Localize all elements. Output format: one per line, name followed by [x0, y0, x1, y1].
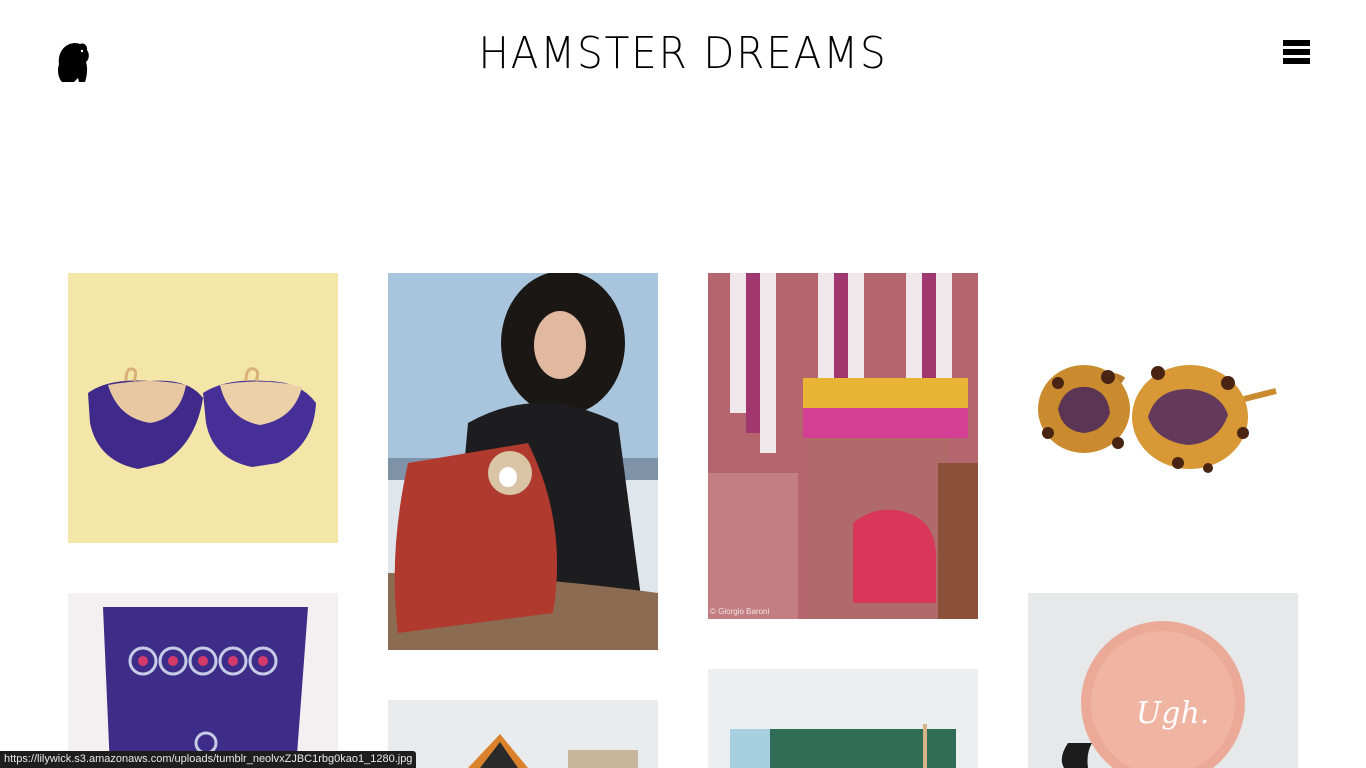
link-status-bar: https://lilywick.s3.amazonaws.com/upload… — [0, 751, 417, 768]
grid-item-notebooks[interactable] — [708, 669, 978, 768]
site-title[interactable]: HAMSTER DREAMS — [55, 26, 1312, 82]
site-header: HAMSTER DREAMS — [0, 0, 1366, 110]
grid-item-canopy-room[interactable]: © Giorgio Baroni — [708, 273, 978, 619]
grid-item-earrings[interactable] — [68, 273, 338, 543]
photo-credit: © Giorgio Baroni — [710, 607, 769, 616]
yoyo-text: Ugh. — [1136, 696, 1209, 731]
grid-item-yoyo[interactable]: Ugh. — [1028, 593, 1298, 768]
grid-item-textile[interactable] — [68, 593, 338, 768]
hamburger-menu-icon[interactable] — [1283, 40, 1311, 68]
grid-item-fur-hood-dog-bag[interactable] — [388, 273, 658, 650]
grid-item-house-snow[interactable] — [388, 700, 658, 768]
grid-item-sunglasses[interactable] — [1028, 273, 1298, 543]
